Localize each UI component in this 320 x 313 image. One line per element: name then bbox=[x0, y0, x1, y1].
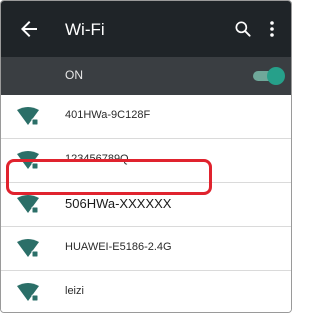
wifi-secured-icon bbox=[17, 283, 39, 302]
network-row[interactable]: HUAWEI-E5186-2.4G bbox=[1, 227, 291, 271]
network-name: HUAWEI-E5186-2.4G bbox=[65, 241, 172, 253]
network-list: 401HWa-9C128F 123456789Q 506HWa-XXXXXX H… bbox=[1, 95, 291, 312]
wifi-settings-screen: Wi-Fi ON 401HWa-9C128F 123456789Q 506HWa… bbox=[0, 0, 292, 313]
wifi-secured-icon bbox=[17, 195, 39, 214]
network-row[interactable]: 123456789Q bbox=[1, 139, 291, 183]
wifi-secured-icon bbox=[17, 107, 39, 126]
network-name: 506HWa-XXXXXX bbox=[65, 196, 172, 211]
search-icon[interactable] bbox=[233, 19, 253, 39]
wifi-secured-icon bbox=[17, 151, 39, 170]
app-bar: Wi-Fi bbox=[1, 1, 291, 57]
page-title: Wi-Fi bbox=[65, 20, 105, 39]
network-name: 123456789Q bbox=[65, 153, 129, 165]
network-row[interactable]: 401HWa-9C128F bbox=[1, 95, 291, 139]
arrow-left-icon[interactable] bbox=[17, 17, 41, 41]
more-vert-icon[interactable] bbox=[267, 19, 277, 39]
wifi-toggle[interactable] bbox=[253, 67, 285, 85]
network-row-selected[interactable]: 506HWa-XXXXXX bbox=[1, 183, 291, 227]
network-name: leizi bbox=[65, 285, 84, 297]
wifi-master-switch-bar[interactable]: ON bbox=[1, 57, 291, 95]
network-row[interactable]: leizi bbox=[1, 271, 291, 312]
wifi-secured-icon bbox=[17, 239, 39, 258]
toggle-thumb bbox=[267, 67, 285, 85]
switch-status-label: ON bbox=[65, 68, 83, 82]
network-name: 401HWa-9C128F bbox=[65, 109, 151, 121]
